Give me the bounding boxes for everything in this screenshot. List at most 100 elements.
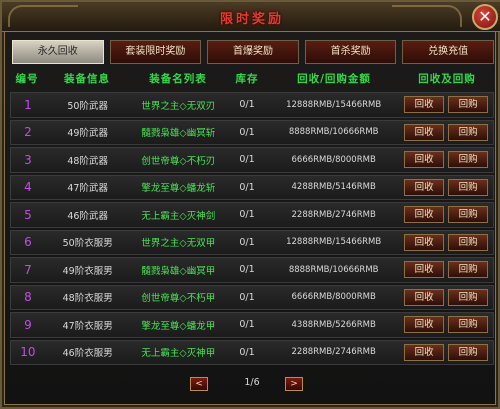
- recycle-button[interactable]: 回收: [404, 316, 445, 334]
- table-row: 4 47阶武器 擎龙至尊◇蟠龙斩 0/1 4288RMB/5146RMB 回收 回购: [10, 174, 494, 200]
- buyback-button[interactable]: 回购: [448, 316, 489, 334]
- window-title: 限时奖励: [219, 12, 284, 27]
- title-bar: 限时奖励 ✕: [2, 2, 500, 32]
- row-stock: 0/1: [239, 209, 255, 221]
- row-equip-info: 50阶衣服男: [62, 238, 113, 250]
- row-stock: 0/1: [239, 154, 255, 166]
- tab-first-drop-reward[interactable]: 首爆奖励: [207, 40, 299, 64]
- row-price: 6666RMB/8000RMB: [291, 292, 376, 303]
- reward-window: 限时奖励 ✕ 永久回收 套装限时奖励 首爆奖励 首杀奖励 兑换充值 编号 装备信…: [0, 0, 500, 409]
- row-actions: 回收 回购: [399, 151, 493, 169]
- row-price: 4388RMB/5266RMB: [291, 319, 376, 330]
- row-equip-info: 47阶衣服男: [62, 320, 113, 332]
- page-indicator: 1/6: [244, 377, 260, 388]
- row-stock: 0/1: [239, 264, 255, 276]
- recycle-button[interactable]: 回收: [404, 206, 445, 224]
- header-equip-names: 装备名列表: [149, 73, 207, 85]
- row-stock: 0/1: [239, 319, 255, 331]
- tab-permanent-recycle[interactable]: 永久回收: [12, 40, 104, 64]
- row-actions: 回收 回购: [399, 233, 493, 251]
- table-header: 编号 装备信息 装备名列表 库存 回收/回购金额 回收及回购: [10, 70, 494, 90]
- buyback-button[interactable]: 回购: [448, 233, 489, 251]
- row-actions: 回收 回购: [399, 343, 493, 361]
- table-row: 1 50阶武器 世界之主◇无双刃 0/1 12888RMB/15466RMB 回收 回购: [10, 92, 494, 118]
- row-actions: 回收 回购: [399, 178, 493, 196]
- recycle-button[interactable]: 回收: [404, 288, 445, 306]
- row-number: 3: [24, 152, 32, 167]
- row-stock: 0/1: [239, 236, 255, 248]
- recycle-button[interactable]: 回收: [404, 96, 445, 114]
- prev-page-button[interactable]: <: [190, 377, 208, 391]
- recycle-button[interactable]: 回收: [404, 343, 445, 361]
- row-equip-name: 髓戮枭雄◇幽冥甲: [141, 265, 216, 277]
- buyback-button[interactable]: 回购: [448, 151, 489, 169]
- row-equip-info: 49阶武器: [67, 128, 108, 140]
- table-row: 3 48阶武器 创世帝尊◇不朽刃 0/1 6666RMB/8000RMB 回收 回购: [10, 147, 494, 173]
- row-equip-name: 无上霸主◇灭神剑: [141, 210, 216, 222]
- row-price: 4288RMB/5146RMB: [291, 182, 376, 193]
- next-page-button[interactable]: >: [285, 377, 303, 391]
- buyback-button[interactable]: 回购: [448, 178, 489, 196]
- table-row: 7 49阶衣服男 髓戮枭雄◇幽冥甲 0/1 8888RMB/10666RMB 回收 回购: [10, 257, 494, 283]
- row-equip-name: 世界之主◇无双刃: [141, 100, 216, 112]
- row-number: 6: [24, 235, 32, 250]
- row-equip-name: 擎龙至尊◇蟠龙斩: [141, 183, 216, 195]
- row-equip-name: 世界之主◇无双甲: [141, 238, 216, 250]
- row-equip-name: 擎龙至尊◇蟠龙甲: [141, 320, 216, 332]
- row-number: 5: [24, 207, 32, 222]
- table-row: 8 48阶衣服男 创世帝尊◇不朽甲 0/1 6666RMB/8000RMB 回收 回购: [10, 284, 494, 310]
- row-equip-info: 48阶武器: [67, 155, 108, 167]
- table-row: 6 50阶衣服男 世界之主◇无双甲 0/1 12888RMB/15466RMB 回收 回购: [10, 229, 494, 255]
- header-equip-info: 装备信息: [64, 73, 110, 85]
- header-actions: 回收及回购: [418, 73, 476, 85]
- row-actions: 回收 回购: [399, 96, 493, 114]
- row-stock: 0/1: [239, 346, 255, 358]
- row-price: 8888RMB/10666RMB: [288, 264, 379, 275]
- row-number: 7: [24, 262, 32, 277]
- table-row: 9 47阶衣服男 擎龙至尊◇蟠龙甲 0/1 4388RMB/5266RMB 回收 回购: [10, 312, 494, 338]
- table-body: 1 50阶武器 世界之主◇无双刃 0/1 12888RMB/15466RMB 回收 回购 2 4…: [10, 92, 494, 367]
- row-number: 10: [20, 345, 36, 360]
- row-price: 12888RMB/15466RMB: [286, 99, 382, 110]
- buyback-button[interactable]: 回购: [448, 206, 489, 224]
- row-equip-name: 髓戮枭雄◇幽冥斩: [141, 128, 216, 140]
- buyback-button[interactable]: 回购: [448, 288, 489, 306]
- row-number: 8: [24, 290, 32, 305]
- tab-first-kill-reward[interactable]: 首杀奖励: [304, 40, 397, 64]
- row-price: 6666RMB/8000RMB: [291, 154, 376, 165]
- tab-set-limited-reward[interactable]: 套装限时奖励: [109, 40, 202, 64]
- row-number: 1: [24, 97, 32, 112]
- row-stock: 0/1: [239, 126, 255, 138]
- row-equip-info: 47阶武器: [67, 183, 108, 195]
- buyback-button[interactable]: 回购: [448, 96, 489, 114]
- row-equip-name: 无上霸主◇灭神甲: [141, 348, 216, 360]
- row-number: 9: [24, 317, 32, 332]
- buyback-button[interactable]: 回购: [448, 261, 489, 279]
- recycle-button[interactable]: 回收: [404, 123, 445, 141]
- row-price: 2288RMB/2746RMB: [291, 209, 376, 220]
- row-stock: 0/1: [239, 99, 255, 111]
- recycle-button[interactable]: 回收: [404, 261, 445, 279]
- table-row: 2 49阶武器 髓戮枭雄◇幽冥斩 0/1 8888RMB/10666RMB 回收 回购: [10, 119, 494, 145]
- header-price: 回收/回购金额: [297, 73, 371, 85]
- row-actions: 回收 回购: [399, 206, 493, 224]
- row-equip-name: 创世帝尊◇不朽甲: [141, 293, 216, 305]
- recycle-button[interactable]: 回收: [404, 233, 445, 251]
- row-equip-info: 48阶衣服男: [62, 293, 113, 305]
- row-stock: 0/1: [239, 181, 255, 193]
- row-equip-info: 49阶衣服男: [62, 265, 113, 277]
- row-equip-name: 创世帝尊◇不朽刃: [141, 155, 216, 167]
- buyback-button[interactable]: 回购: [448, 343, 489, 361]
- recycle-button[interactable]: 回收: [404, 178, 445, 196]
- row-stock: 0/1: [239, 291, 255, 303]
- recycle-button[interactable]: 回收: [404, 151, 445, 169]
- row-actions: 回收 回购: [399, 123, 493, 141]
- close-icon[interactable]: ✕: [472, 4, 498, 30]
- header-number: 编号: [15, 73, 39, 85]
- header-stock: 库存: [235, 73, 259, 85]
- buyback-button[interactable]: 回购: [448, 123, 489, 141]
- tab-exchange-recharge[interactable]: 兑换充值: [402, 40, 494, 64]
- row-equip-info: 46阶武器: [67, 210, 108, 222]
- row-number: 4: [24, 180, 32, 195]
- table-row: 5 46阶武器 无上霸主◇灭神剑 0/1 2288RMB/2746RMB 回收 回购: [10, 202, 494, 228]
